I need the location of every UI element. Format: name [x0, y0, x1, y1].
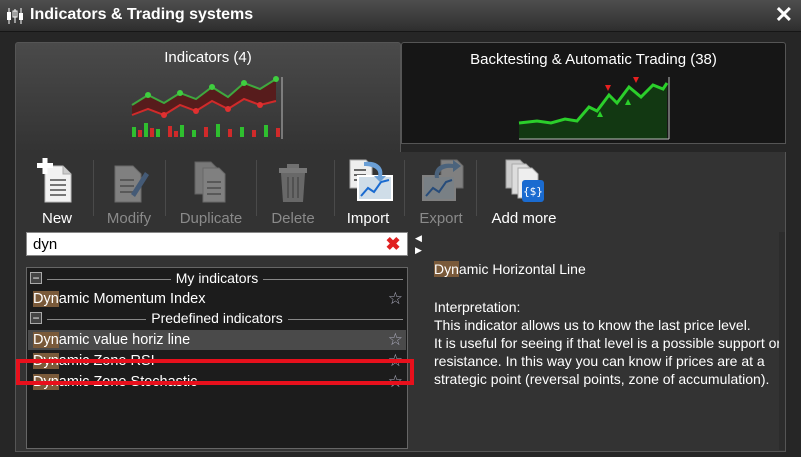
delete-button[interactable]: Delete [253, 158, 333, 227]
svg-text:{$}: {$} [523, 185, 543, 198]
modify-label: Modify [106, 210, 152, 227]
description-title: Dynamic Horizontal Line [434, 260, 790, 278]
export-label: Export [419, 210, 463, 227]
trash-icon [279, 164, 307, 202]
search-input[interactable] [26, 232, 408, 256]
list-item-dynamic-value-horiz-line[interactable]: Dynamic value horiz line ☆ [28, 330, 406, 350]
add-more-button[interactable]: {$} Add more [484, 158, 564, 227]
toolbar-separator [165, 160, 166, 216]
favorite-star-icon[interactable]: ☆ [388, 352, 403, 370]
favorite-star-icon[interactable]: ☆ [388, 331, 403, 349]
close-button[interactable]: ✕ [775, 3, 793, 27]
list-item-dynamic-momentum-index[interactable]: Dynamic Momentum Index ☆ [28, 289, 406, 309]
indicators-panel: New Modify Duplicate Delete Import Expor… [15, 152, 786, 452]
indicator-chart-icon [131, 76, 283, 139]
new-label: New [41, 210, 72, 227]
new-button[interactable]: New [17, 158, 97, 227]
export-button[interactable]: Export [401, 158, 481, 227]
window-title: Indicators & Trading systems [30, 6, 254, 23]
collapse-right-icon[interactable]: ▶ [415, 246, 422, 255]
window-titlebar: Indicators & Trading systems ✕ [0, 0, 801, 32]
favorite-star-icon[interactable]: ☆ [388, 373, 403, 391]
tab-backtesting[interactable]: Backtesting & Automatic Trading (38) [401, 42, 786, 144]
import-button[interactable]: Import [328, 158, 408, 227]
list-item-label: amic Zone Stochastic [58, 374, 198, 390]
export-icon [422, 159, 464, 201]
modify-button[interactable]: Modify [89, 158, 169, 227]
clear-search-icon[interactable]: ✖ [384, 234, 402, 254]
list-item-label: amic Zone RSI [58, 353, 155, 369]
duplicate-button[interactable]: Duplicate [171, 158, 251, 227]
search-match: Dyn [434, 261, 459, 277]
backtest-chart-icon [518, 77, 670, 140]
import-label: Import [346, 210, 390, 227]
indicator-description: Dynamic Horizontal Line Interpretation: … [434, 260, 790, 388]
collapse-predefined-indicators-button[interactable]: − [30, 312, 42, 324]
collapse-my-indicators-button[interactable]: − [30, 272, 42, 284]
add-more-icon: {$} [505, 159, 544, 202]
candlestick-icon [7, 8, 23, 24]
duplicate-icon [194, 161, 226, 203]
search-match: Dyn [33, 291, 59, 307]
indicator-list: My indicators − Dynamic Momentum Index ☆… [26, 267, 408, 449]
favorite-star-icon[interactable]: ☆ [388, 290, 403, 308]
description-paragraph: This indicator allows us to know the las… [434, 317, 751, 333]
list-item-label: amic Momentum Index [58, 291, 206, 307]
toolbar-separator [476, 160, 477, 216]
search-match: Dyn [33, 332, 59, 348]
tab-indicators-label: Indicators (4) [164, 49, 252, 66]
list-item-dynamic-zone-rsi[interactable]: Dynamic Zone RSI ☆ [28, 351, 406, 371]
description-heading: Interpretation: [434, 299, 521, 315]
description-scrollbar[interactable] [779, 232, 785, 450]
list-item-dynamic-zone-stochastic[interactable]: Dynamic Zone Stochastic ☆ [28, 372, 406, 392]
group-my-indicators: My indicators − [27, 270, 407, 288]
tab-indicators[interactable]: Indicators (4) [15, 42, 401, 152]
import-icon [349, 159, 393, 201]
panel-splitter[interactable]: ◀ ▶ [413, 232, 423, 450]
add-more-label: Add more [491, 210, 557, 227]
collapse-left-icon[interactable]: ◀ [415, 234, 422, 243]
new-document-icon [37, 158, 72, 203]
duplicate-label: Duplicate [179, 210, 243, 227]
description-paragraph: It is useful for seeing if that level is… [434, 335, 782, 387]
search-match: Dyn [33, 353, 59, 369]
toolbar: New Modify Duplicate Delete Import Expor… [16, 152, 787, 232]
group-predefined-indicators-title: Predefined indicators [146, 310, 288, 326]
group-predefined-indicators: Predefined indicators − [27, 310, 407, 328]
group-my-indicators-title: My indicators [170, 270, 264, 286]
edit-pencil-icon [114, 165, 149, 203]
description-title-text: amic Horizontal Line [458, 261, 586, 277]
tab-backtesting-label: Backtesting & Automatic Trading (38) [470, 51, 717, 68]
list-item-label: amic value horiz line [58, 332, 191, 348]
search-match: Dyn [33, 374, 59, 390]
delete-label: Delete [271, 210, 315, 227]
window-body: Indicators (4) Backtesting & Automatic T… [0, 32, 801, 457]
